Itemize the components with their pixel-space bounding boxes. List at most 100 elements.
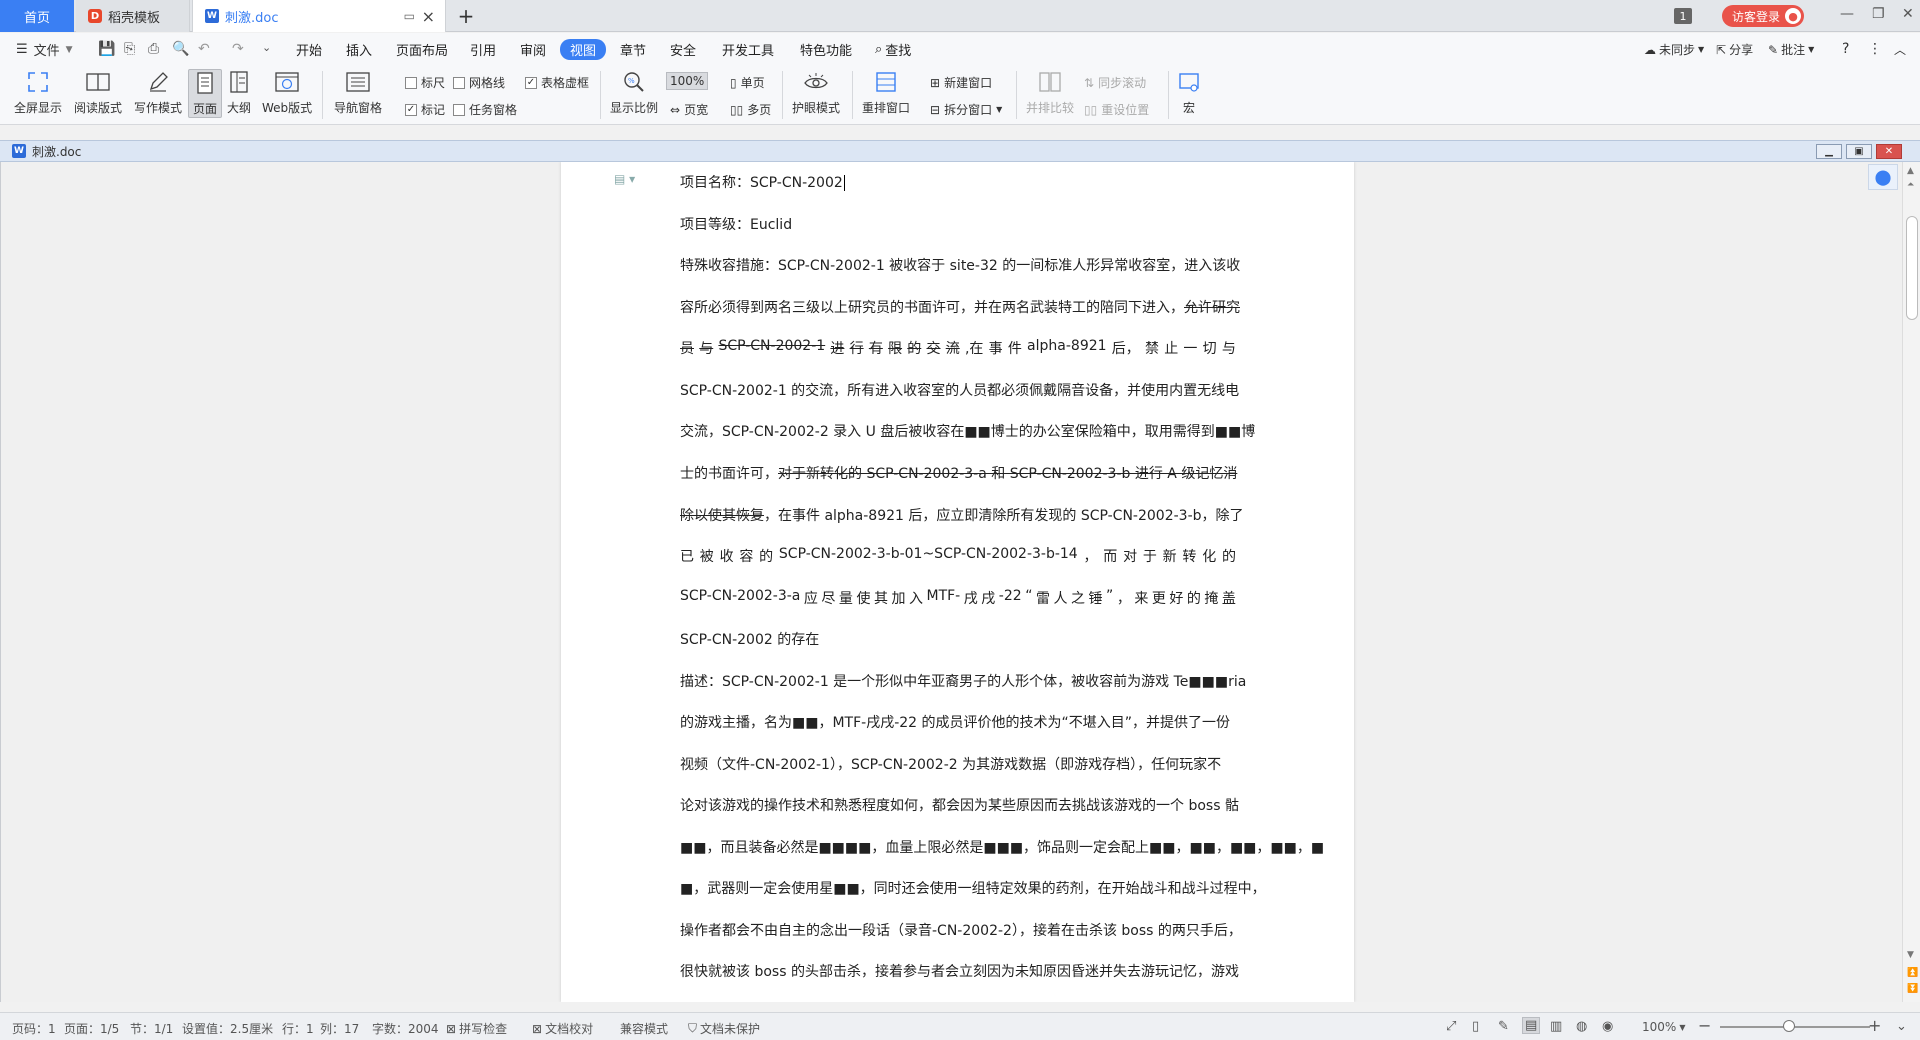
doc-line[interactable]: ■，武器则一定会使用星■■，同时还会使用一组特定效果的药剂，在开始战斗和战斗过程… xyxy=(680,878,1266,898)
zoom-100-button[interactable]: 100% xyxy=(666,72,709,90)
status-page-code[interactable]: 页码：1 xyxy=(12,1020,56,1037)
file-menu[interactable]: ☰ 文件 ▼ xyxy=(16,40,73,59)
doc-line[interactable]: 交流，SCP-CN-2002-2 录入 U 盘后被收容在■■博士的办公室保险箱中… xyxy=(680,421,1255,441)
gridlines-checkbox[interactable] xyxy=(453,76,465,89)
menu-page-layout[interactable]: 页面布局 xyxy=(396,40,448,59)
undo-icon[interactable]: ↶ xyxy=(198,41,210,57)
output-pdf-icon[interactable]: ⎘ xyxy=(124,41,135,57)
task-pane-checkbox[interactable] xyxy=(453,103,465,116)
reset-position-button[interactable]: ▯▯ 重设位置 xyxy=(1084,101,1149,118)
menu-features[interactable]: 特色功能 xyxy=(800,40,852,59)
zoom-dropdown[interactable]: 100% ▼ xyxy=(1642,1020,1685,1034)
fullscreen-button[interactable]: 全屏显示 xyxy=(14,69,62,116)
menu-insert[interactable]: 插入 xyxy=(346,40,372,59)
multi-page-button[interactable]: ▯▯ 多页 xyxy=(730,101,771,118)
new-window-button[interactable]: ⊞ 新建窗口 xyxy=(930,74,992,91)
doc-line[interactable]: SCP-CN-2002-1 的交流，所有进入收容室的人员都必须佩戴隔音设备，并使… xyxy=(680,380,1239,400)
write-view-icon[interactable]: ✎ xyxy=(1498,1019,1509,1034)
print-preview-icon[interactable]: 🔍 xyxy=(172,41,189,57)
macro-button[interactable]: 宏 xyxy=(1176,69,1202,116)
location-pin-button[interactable]: ⬤ xyxy=(1868,164,1898,190)
tab-minimize-icon[interactable]: ▭ xyxy=(404,9,415,23)
tab-document[interactable]: W 刺激.doc ▭ × xyxy=(192,0,446,32)
more-icon[interactable]: ⋮ xyxy=(1868,41,1882,57)
redo-icon[interactable]: ↷ xyxy=(232,41,244,57)
document-page[interactable]: ▤ ▾ 项目名称：SCP-CN-2002 项目等级：Euclid 特殊收容措施：… xyxy=(561,162,1354,1002)
new-tab-button[interactable]: + xyxy=(452,0,480,32)
doc-line[interactable]: 视频（文件-CN-2002-1），SCP-CN-2002-2 为其游戏数据（即游… xyxy=(680,754,1236,774)
zoom-slider[interactable] xyxy=(1720,1026,1870,1028)
doc-line[interactable]: 的游戏主播，名为■■，MTF-戌戌-22 的成员评价他的技术为“不堪入目”，并提… xyxy=(680,712,1236,732)
marks-toggle[interactable]: ✓ 标记 xyxy=(405,101,445,118)
marks-checkbox[interactable]: ✓ xyxy=(405,103,417,116)
zoom-out-icon[interactable]: − xyxy=(1698,1016,1711,1035)
doc-close-icon[interactable]: ✕ xyxy=(1876,144,1902,159)
page-width-button[interactable]: ⇔ 页宽 xyxy=(670,101,708,118)
zoom-in-icon[interactable]: + xyxy=(1868,1016,1881,1035)
table-dashed-checkbox[interactable]: ✓ xyxy=(525,76,537,89)
menu-reference[interactable]: 引用 xyxy=(470,40,496,59)
status-pages[interactable]: 页面：1/5 xyxy=(64,1020,119,1037)
doc-line[interactable]: ■■，而且装备必然是■■■■，血量上限必然是■■■，饰品则一定会配上■■，■■，… xyxy=(680,837,1324,857)
scroll-page-up-icon[interactable]: ⏶ xyxy=(1907,180,1914,190)
tab-template[interactable]: D 稻壳模板 xyxy=(76,0,190,32)
collapse-ribbon-icon[interactable]: ︿ xyxy=(1894,41,1906,58)
status-col[interactable]: 列：17 xyxy=(320,1020,359,1037)
doc-line[interactable]: 操作者都会不由自主的念出一段话（录音-CN-2002-2），接着在击杀该 bos… xyxy=(680,920,1242,940)
web-view-icon[interactable]: ◍ xyxy=(1576,1019,1587,1034)
doc-line[interactable]: 士的书面许可，对于新转化的 SCP-CN-2002-3-a 和 SCP-CN-2… xyxy=(680,463,1237,483)
save-icon[interactable]: 💾 xyxy=(98,41,115,57)
fullscreen-view-icon[interactable]: ⤢ xyxy=(1446,1019,1456,1034)
doc-line[interactable]: SCP-CN-2002 的存在 xyxy=(680,629,1236,649)
ruler-toggle[interactable]: 标尺 xyxy=(405,74,445,91)
menu-start[interactable]: 开始 xyxy=(296,40,322,59)
tab-close-icon[interactable]: × xyxy=(422,7,435,26)
doc-restore-icon[interactable]: ▣ xyxy=(1846,144,1872,159)
doc-protect-button[interactable]: ⛉ 文档未保护 xyxy=(688,1020,760,1037)
doc-line[interactable]: 已被收容的 SCP-CN-2002-3-b-01~SCP-CN-2002-3-b-… xyxy=(680,546,1236,566)
eye-mode-icon[interactable]: ◉ xyxy=(1602,1019,1613,1034)
print-icon[interactable]: ⎙ xyxy=(148,41,159,57)
spell-check-button[interactable]: ⊠ 拼写检查 xyxy=(446,1020,507,1037)
menu-view[interactable]: 视图 xyxy=(560,39,607,60)
help-icon[interactable]: ? xyxy=(1842,41,1849,57)
document-workarea[interactable]: ▤ ▾ 项目名称：SCP-CN-2002 项目等级：Euclid 特殊收容措施：… xyxy=(0,162,1906,1002)
gridlines-toggle[interactable]: 网格线 xyxy=(453,74,505,91)
single-page-button[interactable]: ▯ 单页 xyxy=(730,74,765,91)
collapse-statusbar-icon[interactable]: ⌄ xyxy=(1896,1019,1907,1034)
status-setting[interactable]: 设置值：2.5厘米 xyxy=(182,1020,273,1037)
side-by-side-button[interactable]: 并排比较 xyxy=(1026,69,1074,116)
page-view-button[interactable]: 页面 xyxy=(188,69,222,118)
read-view-icon[interactable]: ▯ xyxy=(1472,1019,1479,1034)
guest-login-button[interactable]: 访客登录 ● xyxy=(1722,5,1804,27)
paragraph-marker-icon[interactable]: ▤ ▾ xyxy=(614,172,635,186)
menu-chapter[interactable]: 章节 xyxy=(620,40,646,59)
zoom-slider-knob[interactable] xyxy=(1783,1020,1795,1032)
status-row[interactable]: 行：1 xyxy=(282,1020,314,1037)
doc-proof-button[interactable]: ⊠ 文档校对 xyxy=(532,1020,593,1037)
table-dashed-toggle[interactable]: ✓ 表格虚框 xyxy=(525,74,589,91)
doc-minimize-icon[interactable]: ▁ xyxy=(1816,144,1842,159)
write-mode-button[interactable]: 写作模式 xyxy=(134,69,182,116)
share-button[interactable]: ⇱ 分享 xyxy=(1716,41,1753,58)
doc-line[interactable]: 除以使其恢复，在事件 alpha-8921 后，应立即清除所有发现的 SCP-C… xyxy=(680,505,1244,525)
close-icon[interactable]: ✕ xyxy=(1902,6,1914,22)
menu-security[interactable]: 安全 xyxy=(670,40,696,59)
doc-line[interactable]: 论对该游戏的操作技术和熟悉程度如何，都会因为某些原因而去挑战该游戏的一个 bos… xyxy=(680,795,1239,815)
status-section[interactable]: 节：1/1 xyxy=(130,1020,173,1037)
nav-pane-button[interactable]: 导航窗格 xyxy=(334,69,382,116)
read-mode-button[interactable]: 阅读版式 xyxy=(74,69,122,116)
outline-view-icon[interactable]: ▥ xyxy=(1550,1019,1562,1034)
doc-line[interactable]: 描述：SCP-CN-2002-1 是一个形似中年亚裔男子的人形个体，被收容前为游… xyxy=(680,671,1246,691)
window-count-badge[interactable]: 1 xyxy=(1674,8,1692,24)
split-window-button[interactable]: ⊟ 拆分窗口 ▼ xyxy=(930,101,1002,118)
sync-status[interactable]: ☁ 未同步 ▼ xyxy=(1644,41,1704,58)
tab-home[interactable]: 首页 xyxy=(0,0,74,32)
doc-line[interactable]: 员与 SCP-CN-2002-1 进行有限的交流 ,在事件 alpha-8921 后，禁止… xyxy=(680,338,1236,358)
doc-line[interactable]: 项目等级：Euclid xyxy=(680,214,1236,234)
restore-icon[interactable]: ❐ xyxy=(1872,6,1885,22)
menu-search[interactable]: ⌕ 查找 xyxy=(875,40,911,59)
doc-line[interactable]: 很快就被该 boss 的头部击杀，接着参与者会立刻因为未知原因昏迷并失去游玩记忆… xyxy=(680,961,1239,981)
ruler-checkbox[interactable] xyxy=(405,76,417,89)
web-view-button[interactable]: Web版式 xyxy=(262,69,312,116)
